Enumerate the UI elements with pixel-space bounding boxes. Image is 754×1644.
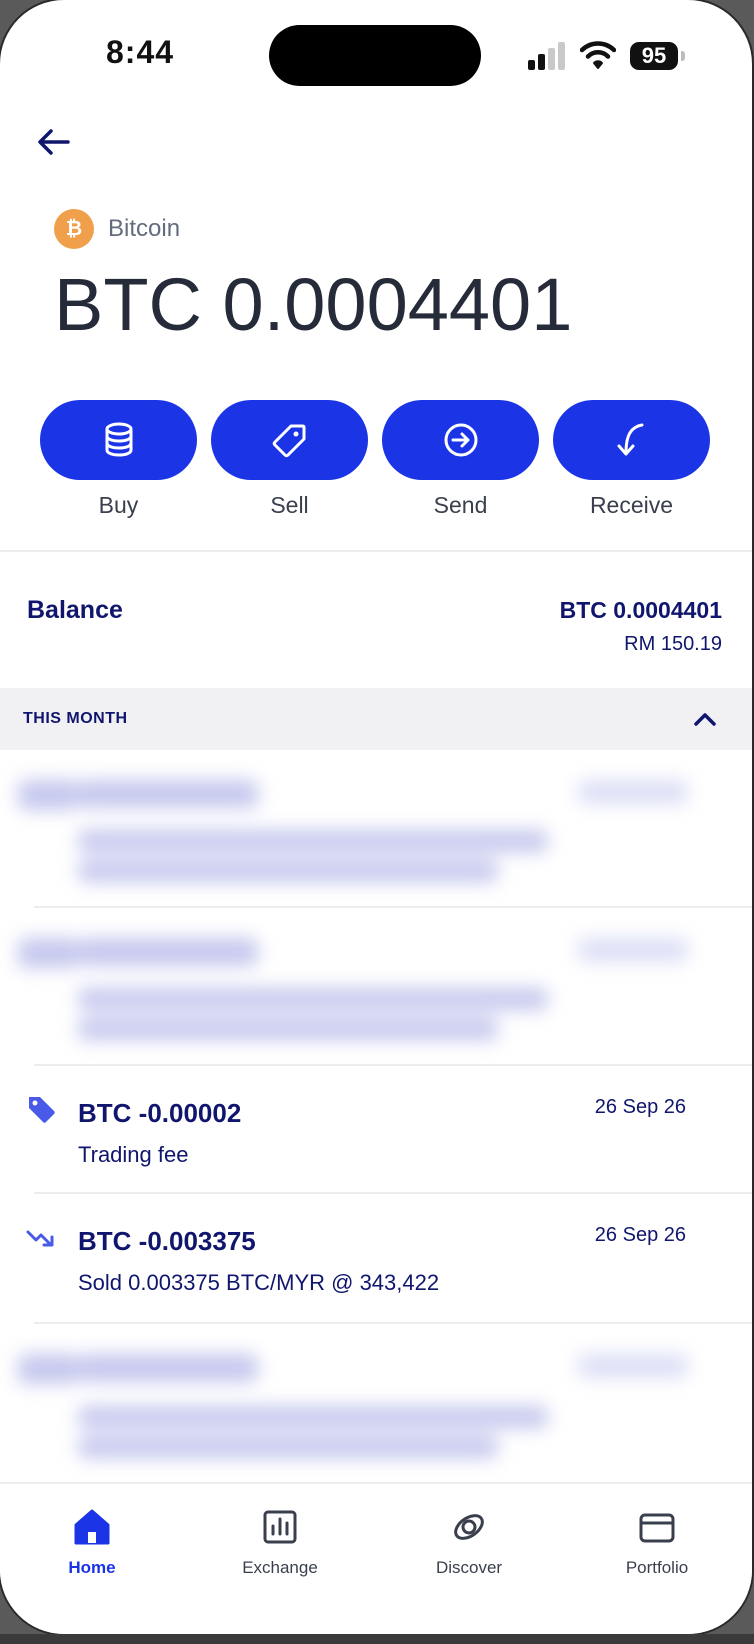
action-buttons: Buy Sell Send Receive <box>40 400 710 519</box>
month-label: THIS MONTH <box>23 710 128 727</box>
send-button[interactable] <box>382 400 539 480</box>
nav-discover-label: Discover <box>435 1558 503 1577</box>
row-divider <box>34 1322 752 1324</box>
wallet-icon <box>639 1513 675 1543</box>
balance-label: Balance <box>27 596 123 624</box>
chevron-up-icon[interactable] <box>692 706 718 732</box>
sell-label: Sell <box>270 492 309 518</box>
buy-label: Buy <box>98 492 139 518</box>
wifi-icon <box>580 41 616 69</box>
balance-btc: BTC 0.0004401 <box>559 597 722 623</box>
nav-exchange[interactable]: Exchange <box>205 1506 355 1578</box>
battery-tip <box>681 51 685 61</box>
nav-portfolio[interactable]: Portfolio <box>582 1506 732 1578</box>
send-action: Send <box>382 400 539 519</box>
phone-screen: 8:44 95 ₿ Bitcoin BTC 0.0004401 Buy Sell… <box>0 0 752 1634</box>
transaction-row[interactable]: BTC -0.00002 26 Sep 26 Trading fee <box>0 1066 752 1194</box>
sell-action: Sell <box>211 400 368 519</box>
receive-action: Receive <box>553 400 710 519</box>
buy-action: Buy <box>40 400 197 519</box>
coin-header: ₿ Bitcoin <box>54 209 180 249</box>
orbit-icon <box>454 1514 484 1540</box>
bottom-nav: Home Exchange Discover Portfolio <box>0 1482 752 1634</box>
home-icon <box>74 1509 110 1545</box>
battery-level: 95 <box>641 43 667 68</box>
coins-stack-icon <box>105 422 132 457</box>
trend-down-icon <box>26 1230 54 1247</box>
cellular-signal-icon <box>528 42 568 70</box>
status-time: 8:44 <box>106 34 175 70</box>
back-arrow-icon[interactable] <box>34 122 74 162</box>
arrow-circle-right-icon <box>444 423 477 457</box>
bitcoin-icon: ₿ <box>54 209 94 249</box>
row-divider <box>34 906 752 908</box>
bar-chart-icon <box>263 1510 297 1544</box>
device-frame-edge <box>0 1634 754 1644</box>
month-section-header[interactable]: THIS MONTH <box>0 688 752 750</box>
nav-home[interactable]: Home <box>17 1506 167 1578</box>
blurred-transaction <box>18 1344 718 1464</box>
transaction-amount: BTC -0.00002 <box>78 1098 242 1128</box>
transaction-description: Trading fee <box>78 1142 189 1167</box>
tag-icon <box>272 424 305 458</box>
nav-discover[interactable]: Discover <box>394 1506 544 1578</box>
coin-name: Bitcoin <box>108 215 181 242</box>
nav-exchange-label: Exchange <box>242 1558 318 1577</box>
buy-button[interactable] <box>40 400 197 480</box>
transaction-amount: BTC -0.003375 <box>78 1226 256 1256</box>
dynamic-island <box>269 25 481 86</box>
transaction-description: Sold 0.003375 BTC/MYR @ 343,422 <box>78 1270 440 1295</box>
nav-home-label: Home <box>68 1558 116 1577</box>
receive-label: Receive <box>589 492 674 518</box>
transaction-row[interactable]: BTC -0.003375 26 Sep 26 Sold 0.003375 BT… <box>0 1194 752 1322</box>
receive-button[interactable] <box>553 400 710 480</box>
blurred-transaction <box>18 928 718 1048</box>
coin-balance: BTC 0.0004401 <box>54 263 573 346</box>
send-label: Send <box>433 492 488 518</box>
battery-indicator: 95 <box>630 42 678 70</box>
nav-portfolio-label: Portfolio <box>625 1558 689 1577</box>
arrow-curve-down-icon <box>617 423 643 456</box>
sell-button[interactable] <box>211 400 368 480</box>
balance-fiat: RM 150.19 <box>624 633 722 655</box>
tag-icon <box>29 1097 55 1123</box>
section-divider <box>0 550 752 552</box>
transaction-date: 26 Sep 26 <box>594 1096 686 1118</box>
blurred-transaction <box>18 770 718 890</box>
transaction-date: 26 Sep 26 <box>594 1224 686 1246</box>
